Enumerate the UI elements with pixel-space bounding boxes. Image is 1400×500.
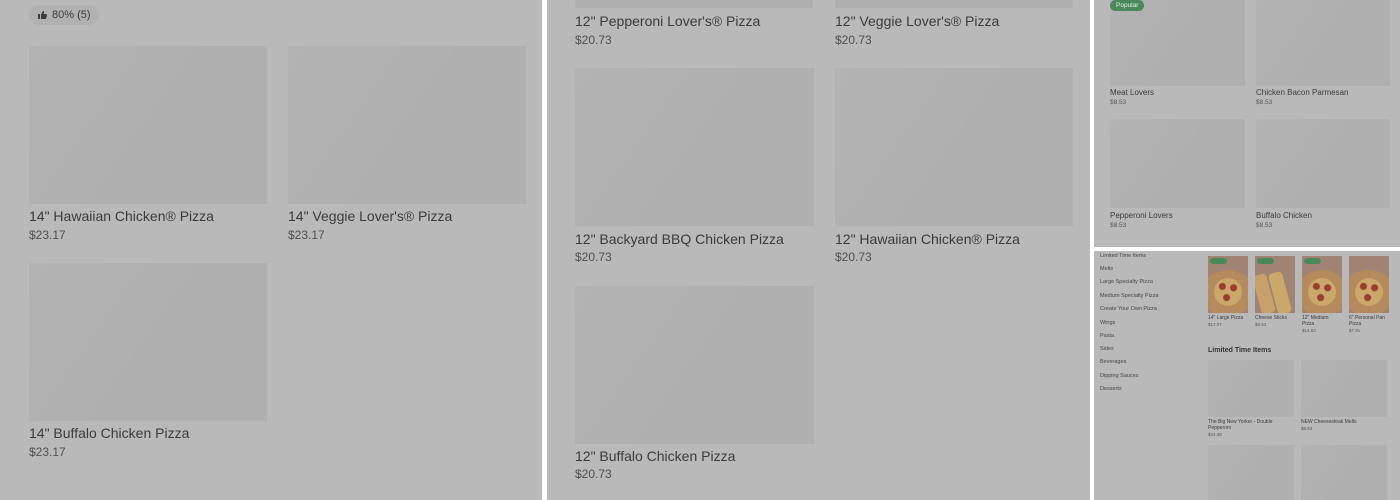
item-image[interactable]: [29, 263, 267, 421]
item-image[interactable]: [1302, 256, 1342, 313]
nav-item-create-your-own[interactable]: Create Your Own Pizza: [1100, 306, 1157, 312]
item-image[interactable]: [1349, 256, 1389, 313]
item-name[interactable]: Cheese Sticks: [1255, 315, 1299, 321]
item-name[interactable]: 12" Hawaiian Chicken® Pizza: [835, 231, 1020, 247]
menu-panel-14-inch: 80% (5) 14" Hawaiian Chicken® Pizza $23.…: [0, 0, 542, 500]
item-price: $23.17: [29, 228, 66, 242]
item-image[interactable]: [1208, 445, 1294, 500]
nav-item-medium-specialty[interactable]: Medium Specialty Pizza: [1100, 293, 1158, 299]
deal-tag: [1257, 258, 1274, 264]
item-price: $8.53: [1256, 99, 1273, 106]
item-name[interactable]: 12" Pepperoni Lover's® Pizza: [575, 13, 760, 29]
item-name[interactable]: 12" Medium Pizza: [1302, 315, 1332, 327]
item-image[interactable]: [288, 46, 526, 204]
item-name[interactable]: Chicken Bacon Parmesan: [1256, 88, 1349, 97]
thumbs-up-icon: [38, 11, 47, 19]
item-image[interactable]: [1208, 256, 1248, 313]
rating-text: 80% (5): [52, 9, 91, 21]
deal-tag: [1210, 258, 1227, 264]
item-name[interactable]: 14" Buffalo Chicken Pizza: [29, 425, 189, 441]
item-name[interactable]: Pepperoni Lovers: [1110, 211, 1173, 220]
item-price: $20.73: [835, 33, 872, 47]
item-price: $14.63: [1302, 328, 1316, 333]
nav-item-large-specialty[interactable]: Large Specialty Pizza: [1100, 279, 1153, 285]
item-image[interactable]: [1110, 0, 1245, 86]
menu-panel-overview: Limited Time Items Melts Large Specialty…: [1094, 251, 1400, 500]
nav-item-dipping-sauces[interactable]: Dipping Sauces: [1100, 373, 1139, 379]
nav-item-melts[interactable]: Melts: [1100, 266, 1113, 272]
item-name[interactable]: 14" Veggie Lover's® Pizza: [288, 208, 452, 224]
item-price: $24.39: [1208, 432, 1222, 437]
item-image[interactable]: [1256, 119, 1390, 208]
nav-item-sides[interactable]: Sides: [1100, 346, 1114, 352]
item-price: $7.31: [1349, 328, 1361, 333]
item-name[interactable]: 12" Veggie Lover's® Pizza: [835, 13, 999, 29]
item-price: $8.53: [1110, 222, 1127, 229]
item-price: $20.73: [835, 250, 872, 264]
item-image[interactable]: [575, 0, 813, 8]
item-name[interactable]: NEW Cheesesteak Melts: [1301, 419, 1381, 425]
item-image[interactable]: [1301, 445, 1387, 500]
item-price: $8.53: [1256, 222, 1273, 229]
section-title: Limited Time Items: [1208, 347, 1272, 354]
deal-tag: [1304, 258, 1321, 264]
item-price: $23.17: [288, 228, 325, 242]
item-name[interactable]: 12" Backyard BBQ Chicken Pizza: [575, 231, 784, 247]
popular-badge: Popular: [1110, 0, 1145, 11]
item-name[interactable]: 12" Buffalo Chicken Pizza: [575, 448, 735, 464]
item-image[interactable]: [1255, 256, 1295, 313]
item-name[interactable]: 14" Large Pizza: [1208, 315, 1252, 321]
item-price: $8.53: [1110, 99, 1127, 106]
item-price: $20.73: [575, 33, 612, 47]
item-image[interactable]: [29, 46, 267, 204]
item-price: $20.73: [575, 250, 612, 264]
item-price: $17.07: [1208, 322, 1222, 327]
item-image[interactable]: [835, 68, 1073, 226]
menu-panel-melts: Popular Meat Lovers $8.53 Chicken Bacon …: [1094, 0, 1400, 247]
item-price: $8.53: [1301, 426, 1313, 431]
item-price: $8.53: [1255, 322, 1267, 327]
item-image[interactable]: [575, 286, 814, 444]
item-name[interactable]: Meat Lovers: [1110, 88, 1154, 97]
nav-item-wings[interactable]: Wings: [1100, 320, 1115, 326]
item-image[interactable]: [1208, 360, 1294, 417]
item-image[interactable]: [1110, 119, 1245, 208]
item-price: $20.73: [575, 467, 612, 481]
item-price: $23.17: [29, 445, 66, 459]
nav-item-limited-time[interactable]: Limited Time Items: [1100, 253, 1146, 259]
item-image[interactable]: [575, 68, 814, 226]
item-name[interactable]: 6" Personal Pan Pizza: [1349, 315, 1391, 327]
item-name[interactable]: Buffalo Chicken: [1256, 211, 1312, 220]
item-image[interactable]: [835, 0, 1073, 8]
nav-item-desserts[interactable]: Desserts: [1100, 386, 1122, 392]
rating-badge: 80% (5): [29, 5, 99, 25]
nav-item-beverages[interactable]: Beverages: [1100, 359, 1126, 365]
nav-item-pasta[interactable]: Pasta: [1100, 333, 1114, 339]
menu-panel-12-inch: 12" Pepperoni Lover's® Pizza $20.73 12" …: [547, 0, 1090, 500]
item-name[interactable]: 14" Hawaiian Chicken® Pizza: [29, 208, 214, 224]
item-image[interactable]: [1256, 0, 1390, 86]
item-name[interactable]: The Big New Yorker - Double Pepperoni: [1208, 419, 1288, 431]
item-image[interactable]: [1301, 360, 1387, 417]
